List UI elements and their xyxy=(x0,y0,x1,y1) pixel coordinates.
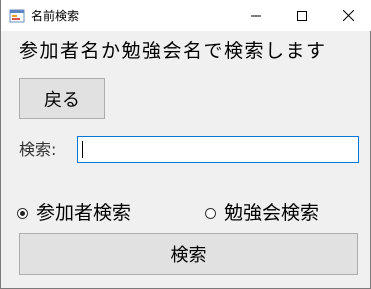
search-window: 名前検索 参加者名か勉強会名で検索します 戻る 検索: 参加者検索 勉強会検索 … xyxy=(0,0,371,289)
radio-participant-search[interactable]: 参加者検索 xyxy=(17,199,131,227)
radio-study-label: 勉強会検索 xyxy=(224,202,320,224)
instruction-heading: 参加者名か勉強会名で検索します xyxy=(19,40,327,62)
search-input[interactable] xyxy=(77,136,359,163)
search-label: 検索: xyxy=(19,140,57,159)
search-button[interactable]: 検索 xyxy=(19,233,358,275)
radio-selected-icon xyxy=(17,207,28,219)
window-title: 名前検索 xyxy=(31,9,80,23)
app-form-icon xyxy=(9,8,25,24)
maximize-icon xyxy=(297,6,307,25)
maximize-button[interactable] xyxy=(279,0,325,31)
title-bar[interactable]: 名前検索 xyxy=(1,0,371,31)
minimize-button[interactable] xyxy=(233,0,279,31)
radio-study-search[interactable]: 勉強会検索 xyxy=(205,199,319,227)
minimize-icon xyxy=(251,6,261,25)
radio-unselected-icon xyxy=(205,207,216,219)
text-caret xyxy=(82,141,83,158)
back-button[interactable]: 戻る xyxy=(19,78,105,119)
close-button[interactable] xyxy=(325,0,371,31)
radio-participant-label: 参加者検索 xyxy=(36,202,132,224)
close-icon xyxy=(342,6,354,25)
